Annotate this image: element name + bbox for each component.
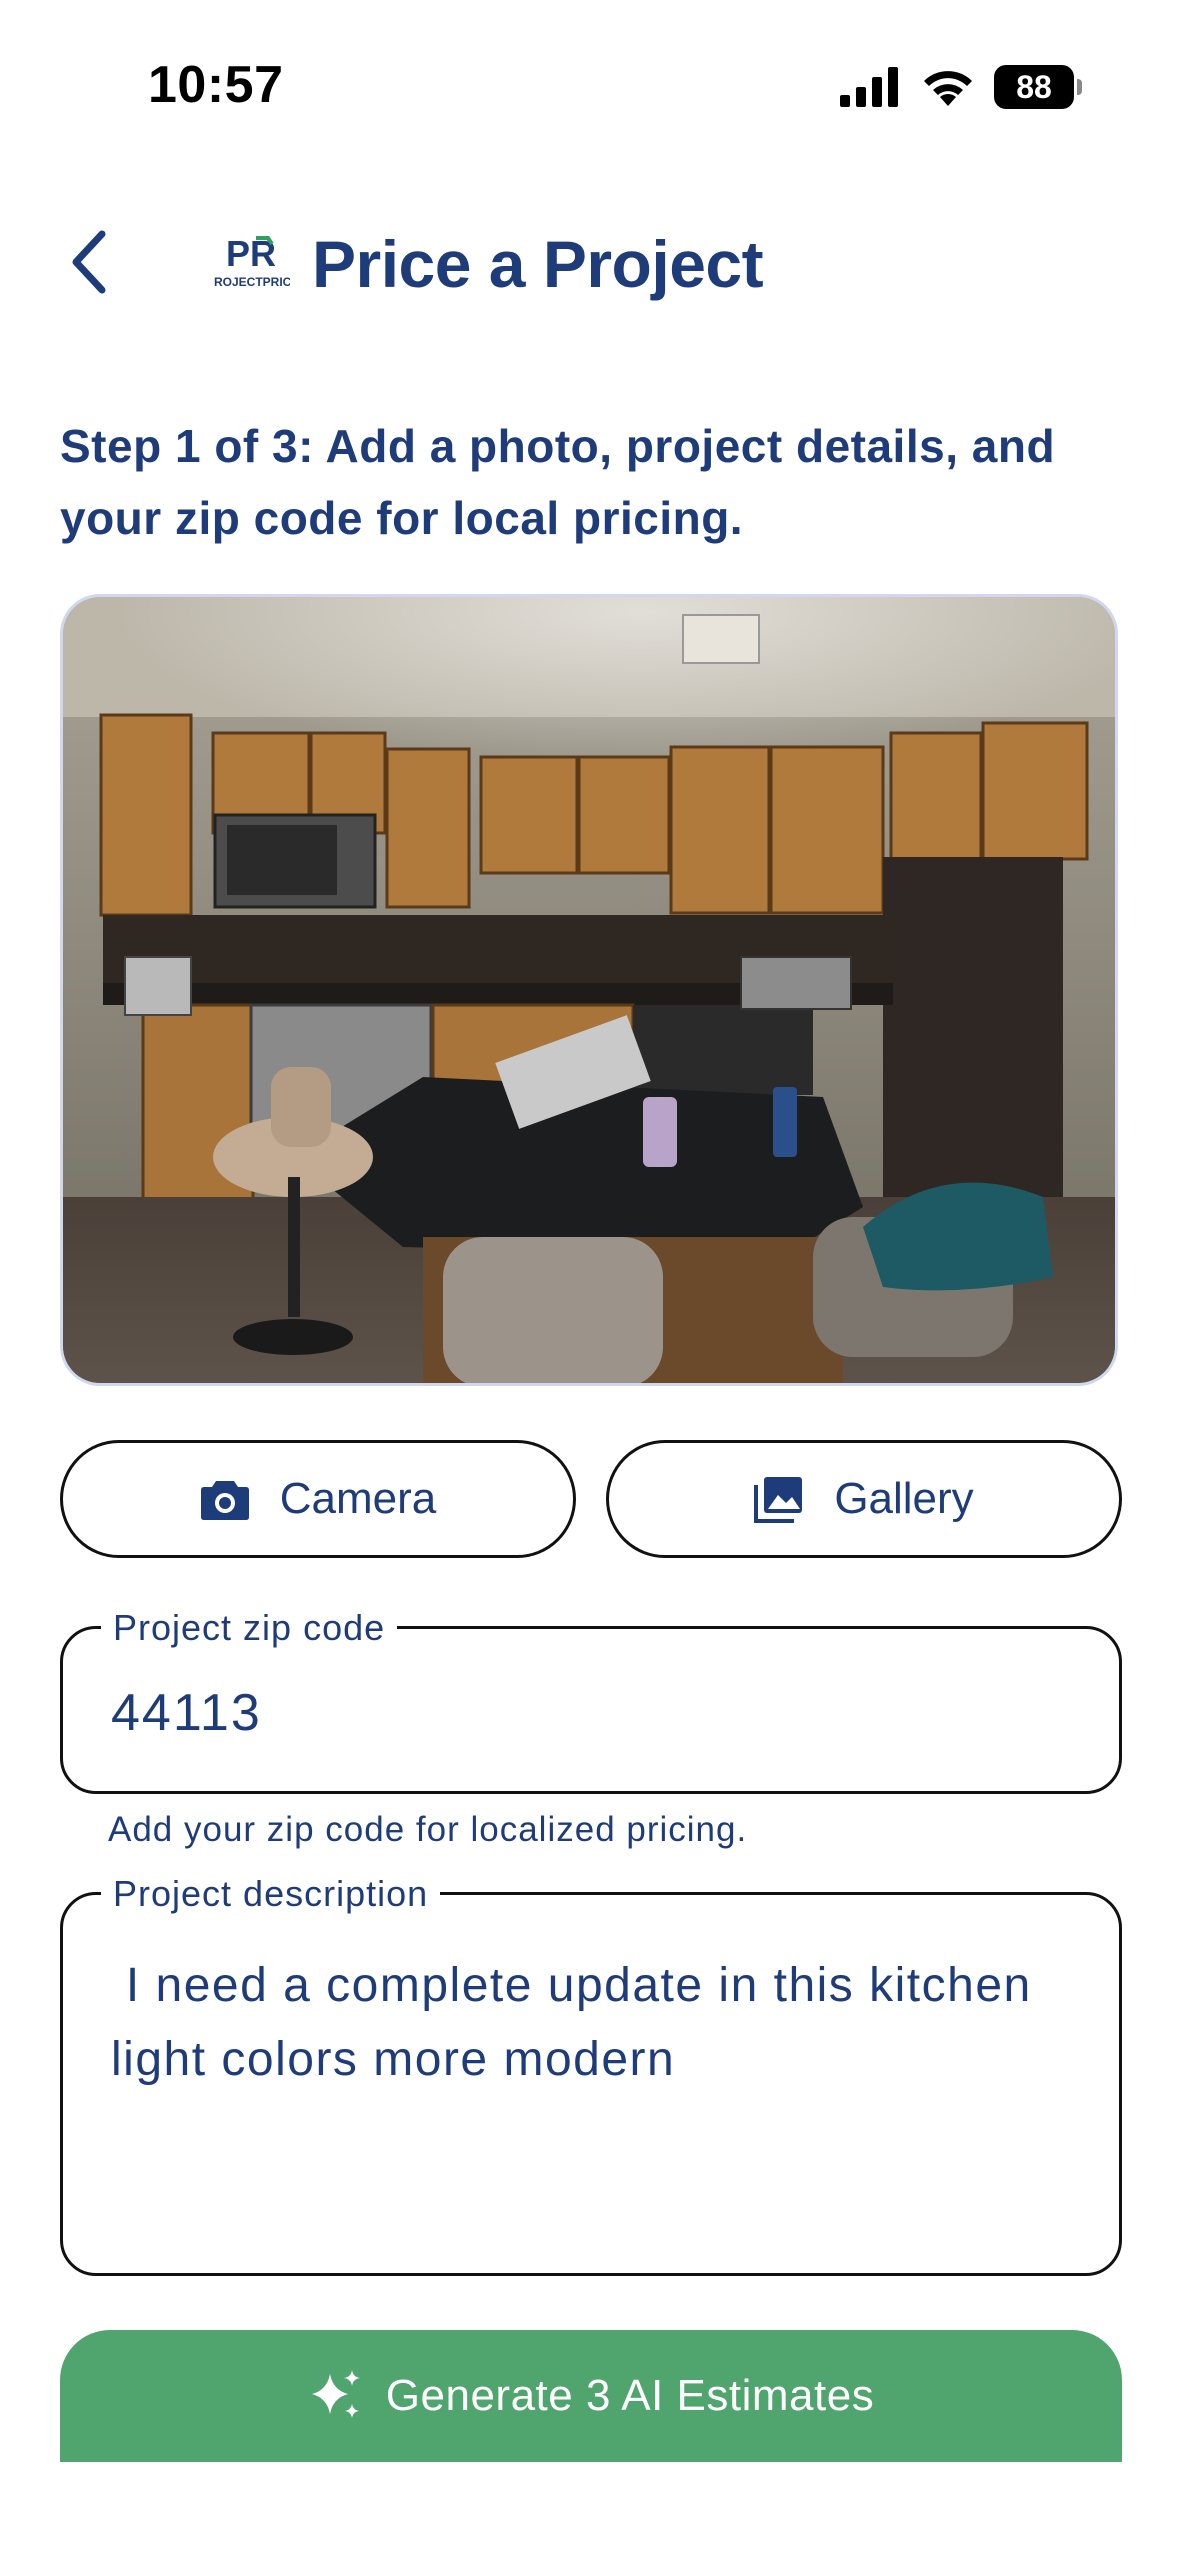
app-logo: PR ROJECTPRIC (212, 230, 292, 292)
logo-mark-icon: PR ROJECTPRIC (214, 233, 292, 289)
logo-text: ROJECTPRIC (214, 275, 290, 289)
step-instructions: Step 1 of 3: Add a photo, project detail… (60, 420, 1056, 544)
camera-button-label: Camera (279, 1474, 437, 1523)
zip-code-field[interactable]: Project zip code 44113 (60, 1607, 1122, 1794)
gallery-button-label: Gallery (834, 1474, 974, 1523)
back-button[interactable] (58, 222, 118, 302)
zip-code-label: Project zip code (101, 1607, 398, 1649)
status-icons: 88 (840, 62, 1082, 112)
camera-icon (200, 1481, 249, 1520)
project-photo[interactable] (60, 594, 1118, 1386)
image-icon (754, 1477, 803, 1523)
wifi-icon (924, 71, 972, 106)
kitchen-photo-image (63, 597, 1115, 1383)
zip-code-helper-text: Add your zip code for localized pricing. (108, 1810, 748, 1849)
cellular-signal-icon (840, 67, 898, 107)
generate-estimates-button[interactable]: Generate 3 AI Estimates (60, 2330, 1122, 2462)
battery-icon: 88 (994, 65, 1082, 109)
page-title: Price a Project (312, 227, 764, 301)
gallery-button[interactable]: Gallery (606, 1440, 1122, 1558)
sparkles-icon (311, 2370, 360, 2418)
chevron-left-icon (72, 230, 106, 294)
generate-estimates-label: Generate 3 AI Estimates (385, 2371, 875, 2420)
status-time: 10:57 (148, 56, 284, 114)
project-description-label: Project description (101, 1873, 441, 1915)
project-description-field[interactable]: Project description I need a complete up… (60, 1873, 1122, 2276)
camera-button[interactable]: Camera (60, 1440, 576, 1558)
project-description-input[interactable]: I need a complete update in this kitchen… (111, 1949, 1071, 2097)
zip-code-input[interactable]: 44113 (111, 1683, 262, 1743)
